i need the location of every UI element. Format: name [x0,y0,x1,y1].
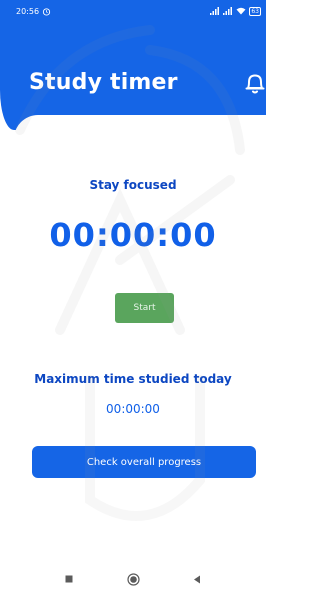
page-title: Study timer [29,70,178,95]
status-time: 20:56 [16,6,40,16]
check-progress-button[interactable]: Check overall progress [32,446,256,478]
system-nav-bar [0,564,266,594]
home-button[interactable] [126,572,140,586]
status-bar: 20:56 63 [0,0,266,22]
status-right: 63 [210,6,261,16]
alarm-icon [42,7,51,16]
signal-icon [210,7,220,15]
max-time-label: Maximum time studied today [34,372,232,386]
start-button[interactable]: Start [115,293,174,323]
battery-icon: 63 [249,6,261,16]
focus-label: Stay focused [89,178,177,192]
bell-icon[interactable] [244,71,266,95]
timer-display: 00:00:00 [49,216,217,254]
battery-level: 63 [251,7,259,15]
back-button[interactable] [190,572,204,586]
back-icon [194,575,200,583]
recent-apps-icon [65,575,73,583]
header-curve [14,115,266,139]
status-left: 20:56 [16,7,51,16]
home-icon [126,572,140,586]
signal-icon-2 [223,7,233,15]
recent-apps-button[interactable] [62,572,76,586]
max-time-value: 00:00:00 [106,402,160,416]
wifi-icon [236,7,246,15]
